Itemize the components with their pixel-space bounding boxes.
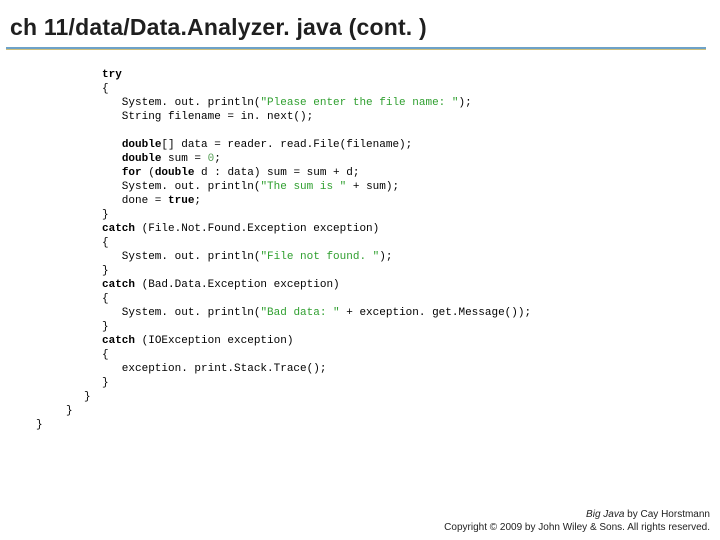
kw-try: try [102, 69, 122, 81]
slide: ch 11/data/Data.Analyzer. java (cont. ) … [0, 0, 720, 540]
code-l08c: ( [142, 167, 155, 179]
kw-double-2: double [122, 153, 162, 165]
code-l20b: (IOException exception) [135, 335, 293, 347]
code-l07a [102, 153, 122, 165]
code-l08a [102, 167, 122, 179]
brace-open-4: { [102, 349, 109, 361]
code-l14c: ); [379, 251, 392, 263]
str-bad-data: "Bad data: " [260, 307, 339, 319]
footer-byline: by Cay Horstmann [624, 509, 710, 520]
brace-close-outer: } [6, 418, 706, 432]
code-l03c: ); [458, 97, 471, 109]
kw-catch-3: catch [102, 335, 135, 347]
str-not-found: "File not found. " [260, 251, 379, 263]
brace-close-4: } [102, 377, 109, 389]
code-l12b: (File.Not.Found.Exception exception) [135, 223, 379, 235]
code-l06c: [] data = reader. read.File(filename); [161, 139, 412, 151]
code-block: try { System. out. println("Please enter… [6, 50, 706, 390]
kw-catch-2: catch [102, 279, 135, 291]
brace-close-inner: } [6, 390, 706, 404]
code-l10c: ; [194, 195, 201, 207]
kw-catch-1: catch [102, 223, 135, 235]
brace-close-3: } [102, 321, 109, 333]
kw-double-3: double [155, 167, 195, 179]
brace-open-2: { [102, 237, 109, 249]
code-l07c: sum = [161, 153, 207, 165]
code-l07e: ; [214, 153, 221, 165]
code-l09a: System. out. println( [102, 181, 260, 193]
code-l04: String filename = in. next(); [102, 111, 313, 123]
code-l16b: (Bad.Data.Exception exception) [135, 279, 340, 291]
code-l10a: done = [102, 195, 168, 207]
footer-book-title: Big Java [586, 509, 624, 520]
code-l09c: + sum); [346, 181, 399, 193]
code-l06a [102, 139, 122, 151]
code-l18a: System. out. println( [102, 307, 260, 319]
code-l22: exception. print.Stack.Trace(); [102, 363, 326, 375]
brace-close-2: } [102, 265, 109, 277]
code-l18c: + exception. get.Message()); [340, 307, 531, 319]
code-l08e: d : data) sum = sum + d; [194, 167, 359, 179]
kw-for: for [122, 167, 142, 179]
brace-close-mid: } [6, 404, 706, 418]
code-l03a: System. out. println( [102, 97, 260, 109]
kw-double-1: double [122, 139, 162, 151]
brace-open-1: { [102, 83, 109, 95]
brace-open-3: { [102, 293, 109, 305]
str-sum: "The sum is " [260, 181, 346, 193]
str-enter-file: "Please enter the file name: " [260, 97, 458, 109]
slide-title: ch 11/data/Data.Analyzer. java (cont. ) [6, 8, 706, 45]
footer-copyright: Copyright © 2009 by John Wiley & Sons. A… [444, 522, 710, 533]
footer: Big Java by Cay Horstmann Copyright © 20… [444, 508, 710, 534]
brace-close-1: } [102, 209, 109, 221]
kw-true: true [168, 195, 194, 207]
code-l14a: System. out. println( [102, 251, 260, 263]
